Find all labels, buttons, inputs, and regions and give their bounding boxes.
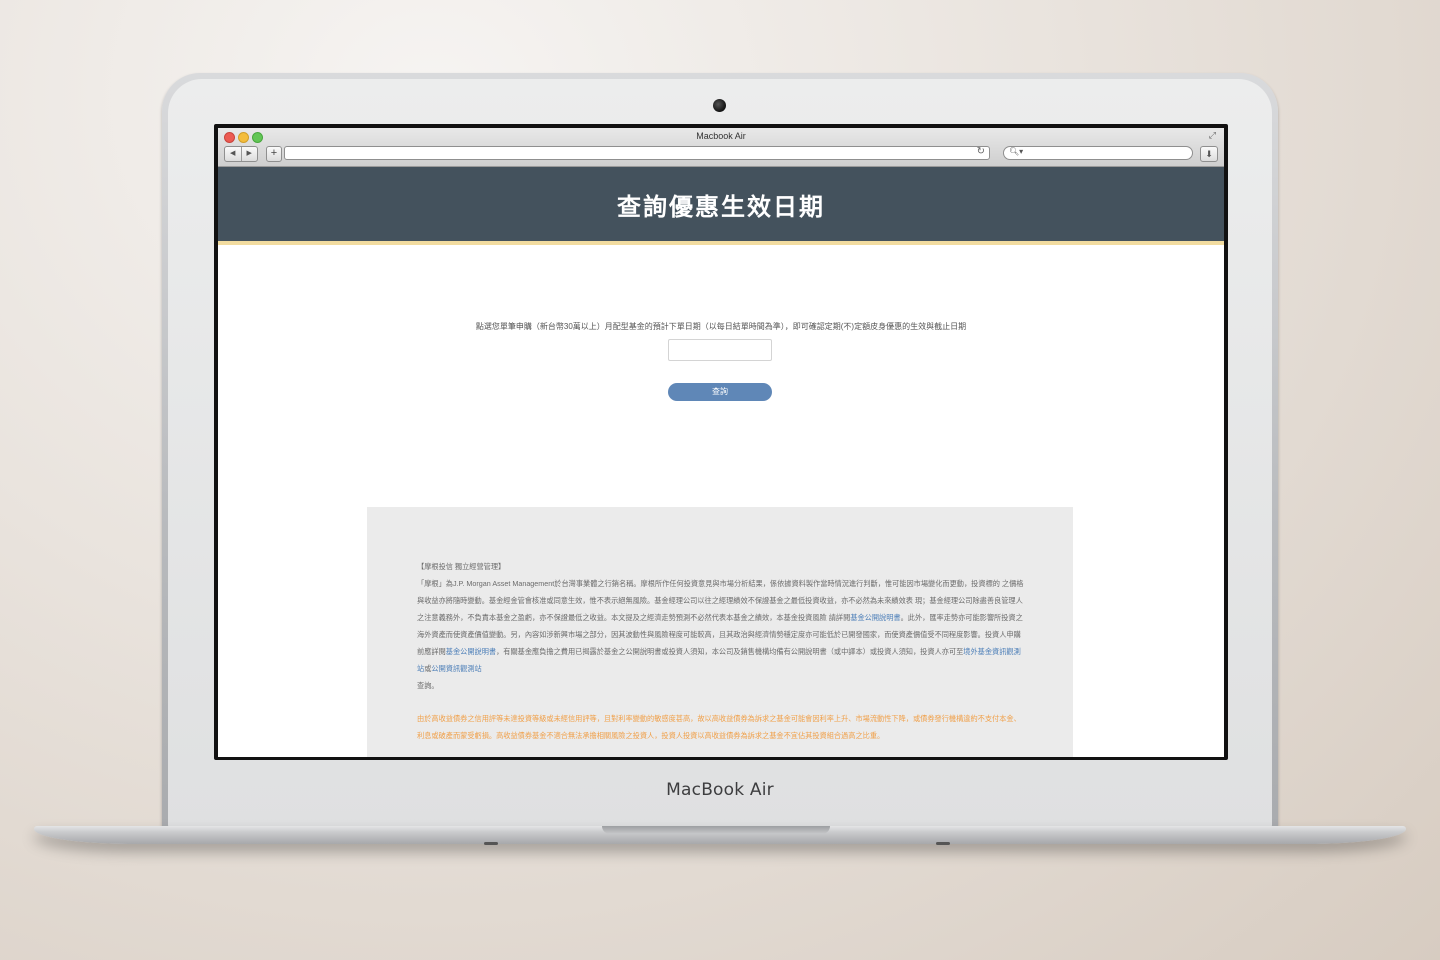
page-header: 查詢優惠生效日期 bbox=[218, 167, 1224, 245]
high-yield-warning: 由於高收益債券之信用評等未達投資等級或未經信用評等，且對利率變動的敏感度甚高，故… bbox=[417, 714, 1021, 740]
disclaimer-text-3: ，有關基金應負擔之費用已揭露於基金之公開說明書或投資人須知，本公司及銷售機構均備… bbox=[496, 647, 964, 656]
plus-icon[interactable]: + bbox=[266, 146, 282, 162]
download-icon[interactable]: ⬇ bbox=[1200, 146, 1218, 162]
browser-screen: Macbook Air ⤢ ◀ ▶ + ↻ 🔍︎▾ ⬇ 查詢優惠生效日期 點選您… bbox=[218, 128, 1224, 757]
laptop-foot bbox=[936, 842, 950, 845]
query-button[interactable]: 查詢 bbox=[668, 383, 772, 401]
prospectus-link-1[interactable]: 基金公開說明書 bbox=[850, 613, 900, 622]
laptop-foot bbox=[484, 842, 498, 845]
url-input[interactable]: ↻ bbox=[284, 146, 990, 160]
reload-icon[interactable]: ↻ bbox=[977, 146, 985, 157]
disclaimer-panel: 【摩根投信 獨立經營管理】 「摩根」為J.P. Morgan Asset Man… bbox=[367, 507, 1073, 757]
mops-link[interactable]: 公開資訊觀測站 bbox=[431, 664, 481, 673]
disclaimer-heading: 【摩根投信 獨立經營管理】 bbox=[417, 562, 506, 571]
window-title: Macbook Air bbox=[696, 131, 746, 141]
date-input[interactable] bbox=[668, 339, 772, 361]
expand-icon[interactable]: ⤢ bbox=[1209, 130, 1216, 141]
nav-buttons: ◀ ▶ bbox=[224, 146, 258, 162]
search-input[interactable]: 🔍︎▾ bbox=[1003, 146, 1193, 160]
disclaimer-body: 【摩根投信 獨立經營管理】 「摩根」為J.P. Morgan Asset Man… bbox=[417, 558, 1025, 694]
instruction-text: 點選您單筆申購（新台幣30萬以上）月配型基金的預計下單日期（以每日結單時間為準）… bbox=[475, 322, 967, 331]
device-brand-label: MacBook Air bbox=[666, 780, 774, 800]
page-title: 查詢優惠生效日期 bbox=[617, 193, 825, 221]
laptop-notch bbox=[602, 826, 830, 834]
browser-toolbar: Macbook Air ⤢ ◀ ▶ + ↻ 🔍︎▾ ⬇ bbox=[218, 128, 1224, 167]
prospectus-link-2[interactable]: 基金公開說明書 bbox=[446, 647, 496, 656]
disclaimer-text-5: 查詢。 bbox=[417, 681, 439, 690]
camera-icon bbox=[713, 99, 726, 112]
search-icon: 🔍︎▾ bbox=[1009, 147, 1024, 156]
forward-arrow-icon[interactable]: ▶ bbox=[240, 147, 258, 161]
back-arrow-icon[interactable]: ◀ bbox=[225, 147, 241, 161]
